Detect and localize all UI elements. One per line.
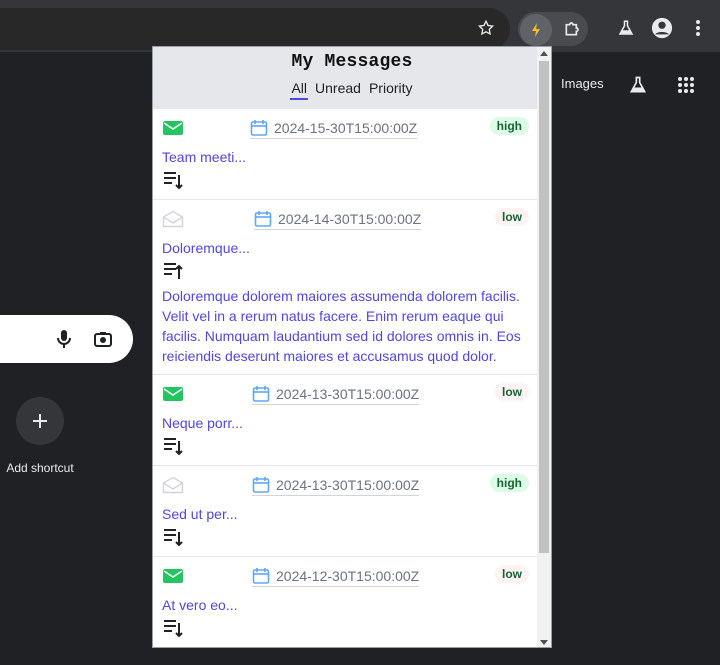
profile-avatar-icon[interactable] [648, 14, 676, 42]
date-text: 2024-15-30T15:00:00Z [274, 119, 418, 136]
address-bar[interactable] [0, 8, 510, 50]
calendar-icon [250, 119, 268, 136]
filter-tabs: All Unread Priority [153, 80, 551, 100]
priority-badge: high [489, 117, 529, 135]
message-subject[interactable]: Doloremque... [162, 240, 529, 256]
google-search-box[interactable] [0, 315, 133, 363]
message-item[interactable]: 2024-14-30T15:00:00Z low Doloremque... D… [153, 200, 537, 375]
browser-toolbar [0, 0, 720, 52]
scroll-thumb[interactable] [539, 61, 549, 553]
expand-toggle-icon[interactable] [162, 617, 184, 639]
microphone-icon[interactable] [56, 329, 72, 354]
date-text: 2024-14-30T15:00:00Z [278, 210, 422, 227]
bookmark-star-icon[interactable] [472, 14, 500, 42]
collapse-toggle-icon[interactable] [162, 260, 184, 282]
message-list: 2024-15-30T15:00:00Z high Team meeti... … [153, 109, 537, 647]
message-subject[interactable]: At vero eo... [162, 597, 529, 613]
add-shortcut-button[interactable] [16, 397, 64, 445]
message-body: Doloremque dolorem maiores assumenda dol… [162, 288, 521, 364]
apps-grid-icon[interactable] [674, 73, 698, 97]
unread-envelope-icon [163, 387, 183, 401]
expand-toggle-icon[interactable] [162, 169, 184, 191]
add-shortcut-label: Add shortcut [6, 461, 74, 475]
read-envelope-icon [162, 210, 184, 228]
images-link[interactable]: Images [561, 76, 604, 91]
labs-flask-icon[interactable] [612, 14, 640, 42]
date-text: 2024-13-30T15:00:00Z [276, 385, 420, 402]
popup-title: My Messages [291, 52, 413, 72]
read-envelope-icon [162, 476, 184, 494]
unread-envelope-icon [163, 569, 183, 583]
expand-toggle-icon[interactable] [162, 526, 184, 548]
date-text: 2024-12-30T15:00:00Z [276, 567, 420, 584]
unread-envelope-icon [163, 121, 183, 135]
message-date: 2024-12-30T15:00:00Z [252, 565, 420, 587]
priority-badge: low [495, 565, 529, 583]
messages-extension-icon[interactable] [520, 14, 552, 46]
extensions-puzzle-icon[interactable] [559, 14, 587, 42]
camera-lens-icon[interactable] [94, 331, 112, 352]
plus-icon [33, 414, 47, 428]
priority-badge: high [489, 474, 529, 492]
priority-badge: low [495, 208, 529, 226]
calendar-icon [252, 385, 270, 402]
message-date: 2024-13-30T15:00:00Z [252, 383, 420, 405]
calendar-icon [252, 567, 270, 584]
priority-badge: low [495, 383, 529, 401]
message-item[interactable]: 2024-13-30T15:00:00Z high Sed ut per... [153, 466, 537, 557]
message-subject[interactable]: Sed ut per... [162, 506, 529, 522]
message-date: 2024-15-30T15:00:00Z [250, 117, 418, 139]
message-date: 2024-14-30T15:00:00Z [254, 208, 422, 230]
calendar-icon [254, 210, 272, 227]
date-text: 2024-13-30T15:00:00Z [276, 476, 420, 493]
message-item[interactable]: 2024-13-30T15:00:00Z low Neque porr... [153, 375, 537, 466]
tab-all[interactable]: All [290, 80, 309, 100]
message-item[interactable]: 2024-12-30T15:00:00Z low At vero eo... [153, 557, 537, 647]
tab-priority[interactable]: Priority [368, 80, 414, 100]
scroll-up-arrow-icon[interactable] [540, 51, 548, 56]
message-subject[interactable]: Neque porr... [162, 415, 529, 431]
tab-unread[interactable]: Unread [314, 80, 362, 100]
popup-header: My Messages All Unread Priority [153, 47, 551, 109]
scroll-down-arrow-icon[interactable] [540, 640, 548, 645]
labs-flask-icon[interactable] [626, 73, 650, 97]
browser-menu-icon[interactable] [684, 14, 712, 42]
expand-toggle-icon[interactable] [162, 435, 184, 457]
popup-scrollbar[interactable] [537, 47, 551, 647]
message-item[interactable]: 2024-15-30T15:00:00Z high Team meeti... [153, 109, 537, 200]
message-date: 2024-13-30T15:00:00Z [252, 474, 420, 496]
calendar-icon [252, 476, 270, 493]
message-subject[interactable]: Team meeti... [162, 149, 529, 165]
messages-popup: My Messages All Unread Priority 2024-15-… [152, 46, 552, 648]
